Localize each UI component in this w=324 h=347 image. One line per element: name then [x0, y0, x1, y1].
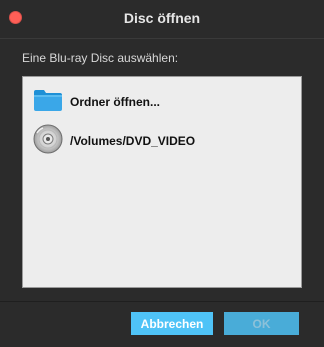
title-bar: Disc öffnen — [0, 0, 324, 39]
list-item-dvd-volume[interactable]: /Volumes/DVD_VIDEO — [23, 123, 301, 159]
folder-icon — [33, 88, 63, 117]
list-item-open-folder[interactable]: Ordner öffnen... — [23, 84, 301, 120]
prompt-label: Eine Blu-ray Disc auswählen: — [22, 51, 179, 65]
ok-button[interactable]: OK — [224, 312, 299, 335]
disc-icon — [33, 124, 63, 159]
list-item-label: Ordner öffnen... — [70, 95, 160, 109]
list-item-label: /Volumes/DVD_VIDEO — [70, 134, 196, 148]
footer-divider — [0, 301, 324, 302]
cancel-button[interactable]: Abbrechen — [131, 312, 213, 335]
window-title: Disc öffnen — [123, 10, 201, 26]
disc-source-list[interactable]: Ordner öffnen... /Volumes/DVD_VIDEO — [22, 76, 302, 288]
